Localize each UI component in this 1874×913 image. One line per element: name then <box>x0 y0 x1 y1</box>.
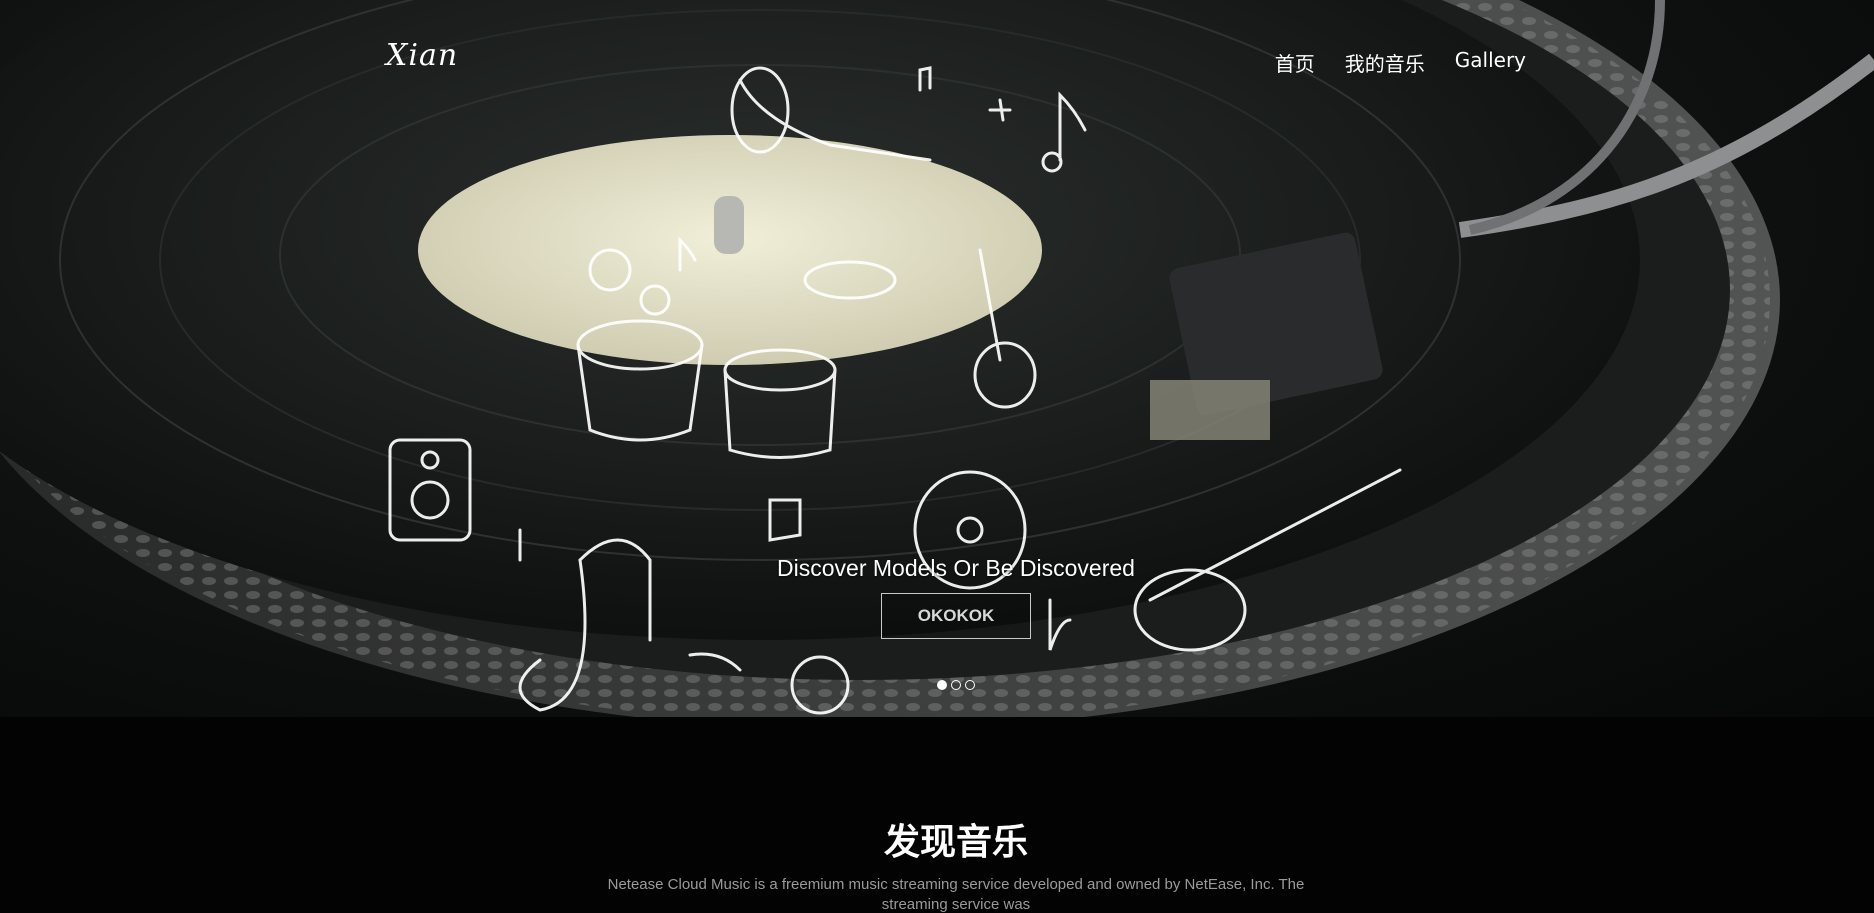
nav-item-my-music[interactable]: 我的音乐 <box>1345 48 1425 77</box>
discover-music-section: 发现音乐 Netease Cloud Music is a freemium m… <box>0 717 1874 913</box>
section-title: 发现音乐 <box>883 822 1028 863</box>
carousel-indicators <box>0 680 1874 690</box>
carousel-indicator-1[interactable] <box>937 680 947 690</box>
cta-button[interactable]: OKOKOK <box>881 593 1031 639</box>
main-nav: 首页 我的音乐 Gallery <box>1275 48 1526 77</box>
carousel-caption-title: Discover Models Or Be Discovered <box>777 555 1135 581</box>
carousel-caption: Discover Models Or Be Discovered OKOKOK <box>0 555 1874 639</box>
nav-item-home[interactable]: 首页 <box>1275 48 1315 77</box>
carousel-indicator-3[interactable] <box>965 680 975 690</box>
site-header: Xian 首页 我的音乐 Gallery <box>0 0 1874 120</box>
site-logo[interactable]: Xian <box>386 38 458 73</box>
section-description: Netease Cloud Music is a freemium music … <box>607 876 1305 913</box>
carousel-indicator-2[interactable] <box>951 680 961 690</box>
nav-item-gallery[interactable]: Gallery <box>1455 48 1526 77</box>
page: Xian 首页 我的音乐 Gallery Discover Models Or … <box>0 0 1874 913</box>
spindle <box>714 196 744 254</box>
hero-carousel: Xian 首页 我的音乐 Gallery Discover Models Or … <box>0 0 1874 717</box>
